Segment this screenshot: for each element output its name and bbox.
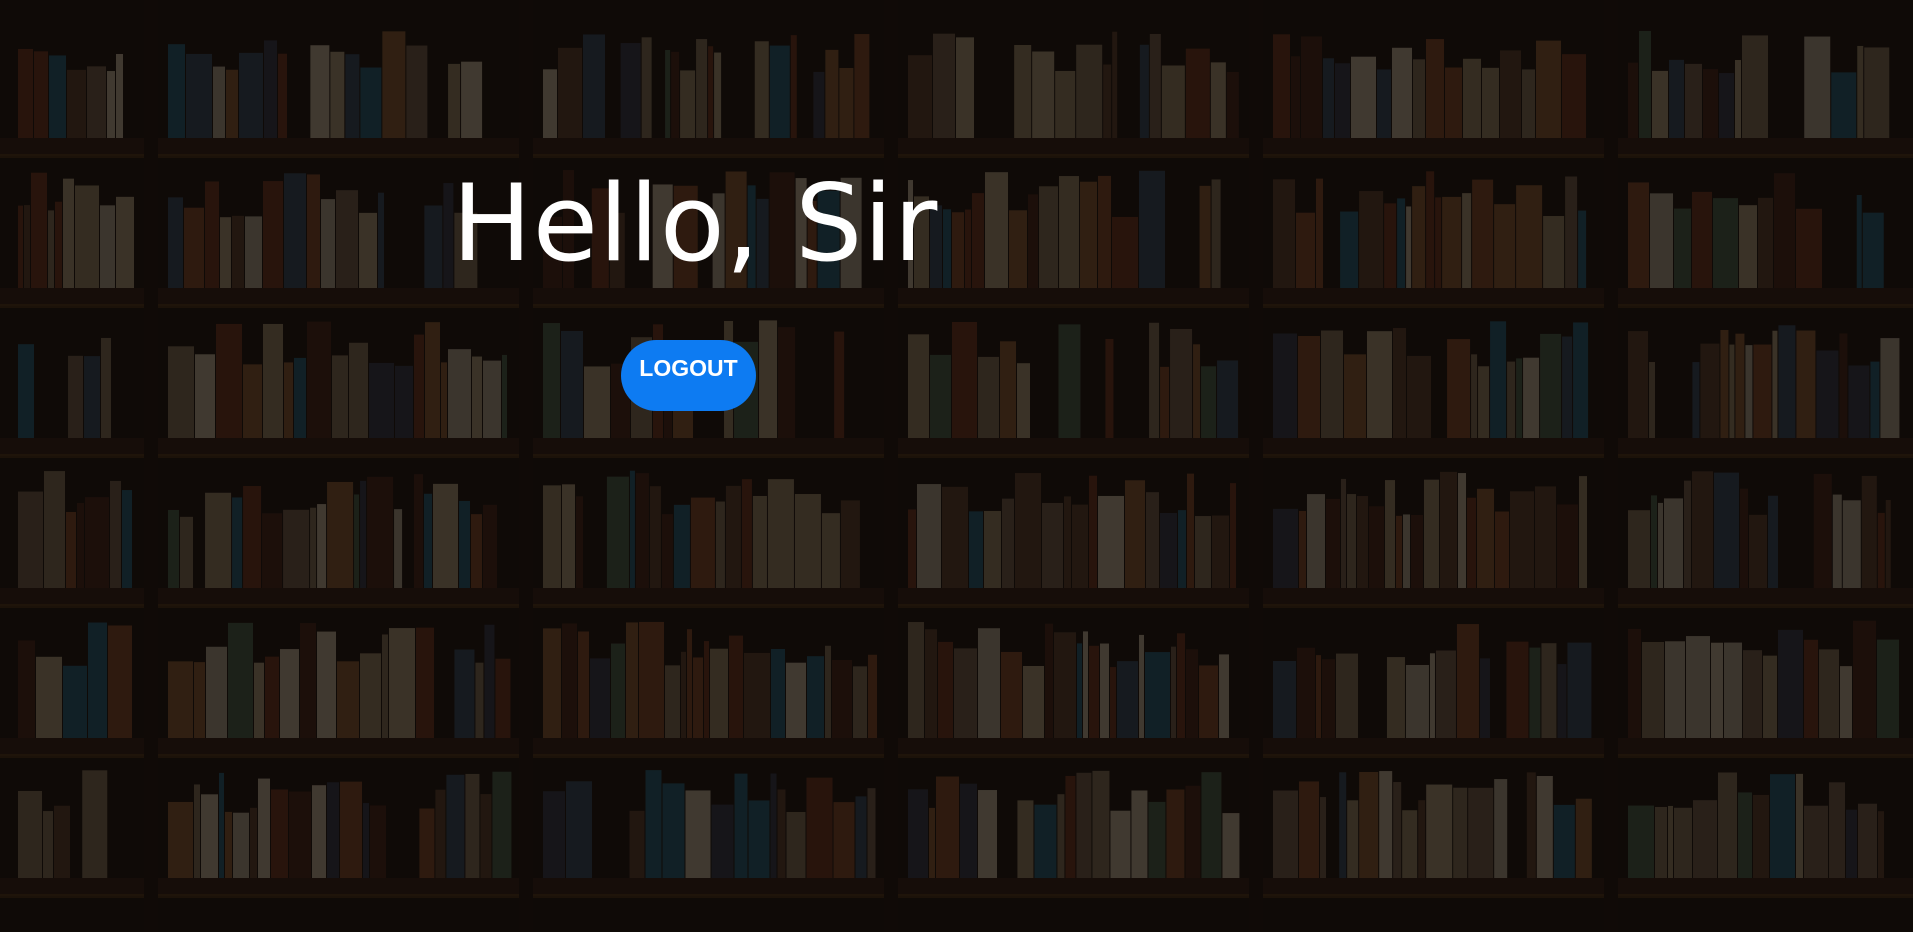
greeting-heading: Hello, Sir: [452, 162, 939, 285]
bookshelf-image: [0, 0, 1913, 932]
logout-button[interactable]: LOGOUT: [621, 340, 756, 411]
bookshelf-background: [0, 0, 1913, 932]
